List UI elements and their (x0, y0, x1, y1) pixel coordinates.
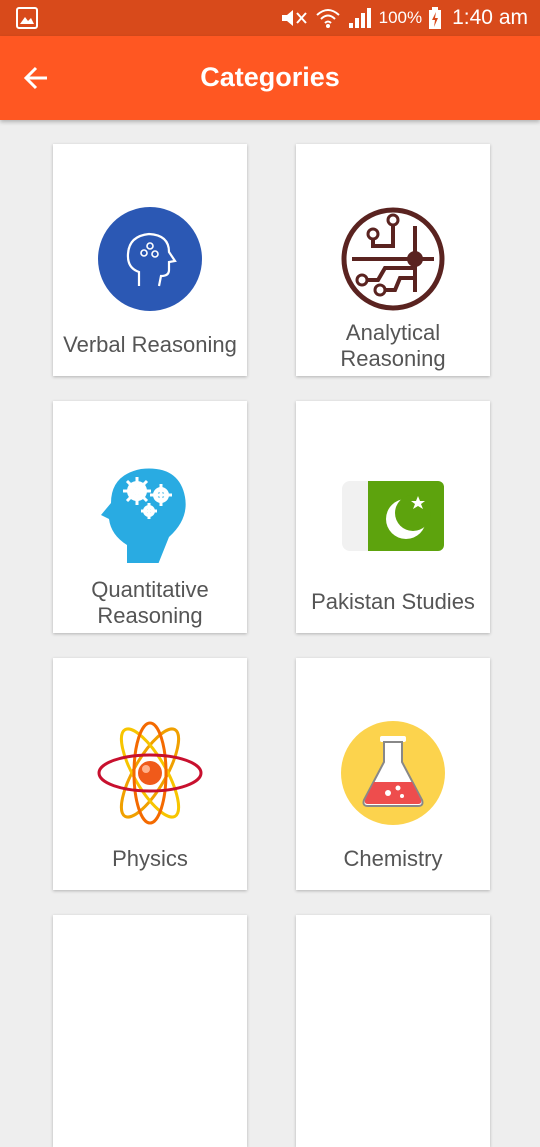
clock: 1:40 am (452, 6, 528, 29)
category-grid: Verbal Reasoning Analytical Reasoning Qu… (0, 120, 540, 1147)
category-card-partial[interactable] (296, 915, 490, 1147)
category-card-partial[interactable] (53, 915, 247, 1147)
head-brain-icon (98, 207, 202, 311)
category-card-chemistry[interactable]: Chemistry (296, 658, 490, 890)
signal-icon (348, 8, 371, 28)
category-card-physics[interactable]: Physics (53, 658, 247, 890)
page-title: Categories (200, 62, 340, 92)
circuit-icon (341, 207, 445, 311)
app-bar: Categories (0, 36, 540, 120)
flask-icon (341, 721, 445, 825)
category-card-quantitative-reasoning[interactable]: Quantitative Reasoning (53, 401, 247, 633)
category-card-verbal-reasoning[interactable]: Verbal Reasoning (53, 144, 247, 376)
mute-icon (281, 10, 307, 26)
head-gears-icon (101, 468, 186, 563)
category-card-pakistan-studies[interactable]: Pakistan Studies (296, 401, 490, 633)
category-card-analytical-reasoning[interactable]: Analytical Reasoning (296, 144, 490, 376)
battery-charging-icon (429, 7, 442, 29)
wifi-icon (315, 9, 340, 28)
gallery-icon (16, 7, 38, 29)
status-bar: 100% 1:40 am (0, 0, 540, 36)
category-label: Analytical Reasoning (340, 320, 446, 371)
category-label: Physics (112, 846, 188, 871)
category-label: Quantitative Reasoning (91, 577, 209, 628)
status-icons: 100% 1:40 am (279, 0, 528, 36)
category-label: Chemistry (343, 846, 443, 871)
pakistan-flag-icon (342, 481, 444, 551)
battery-percent: 100% (378, 8, 423, 27)
category-label: Verbal Reasoning (63, 332, 237, 357)
category-label: Pakistan Studies (311, 589, 475, 614)
atom-icon (97, 721, 203, 825)
